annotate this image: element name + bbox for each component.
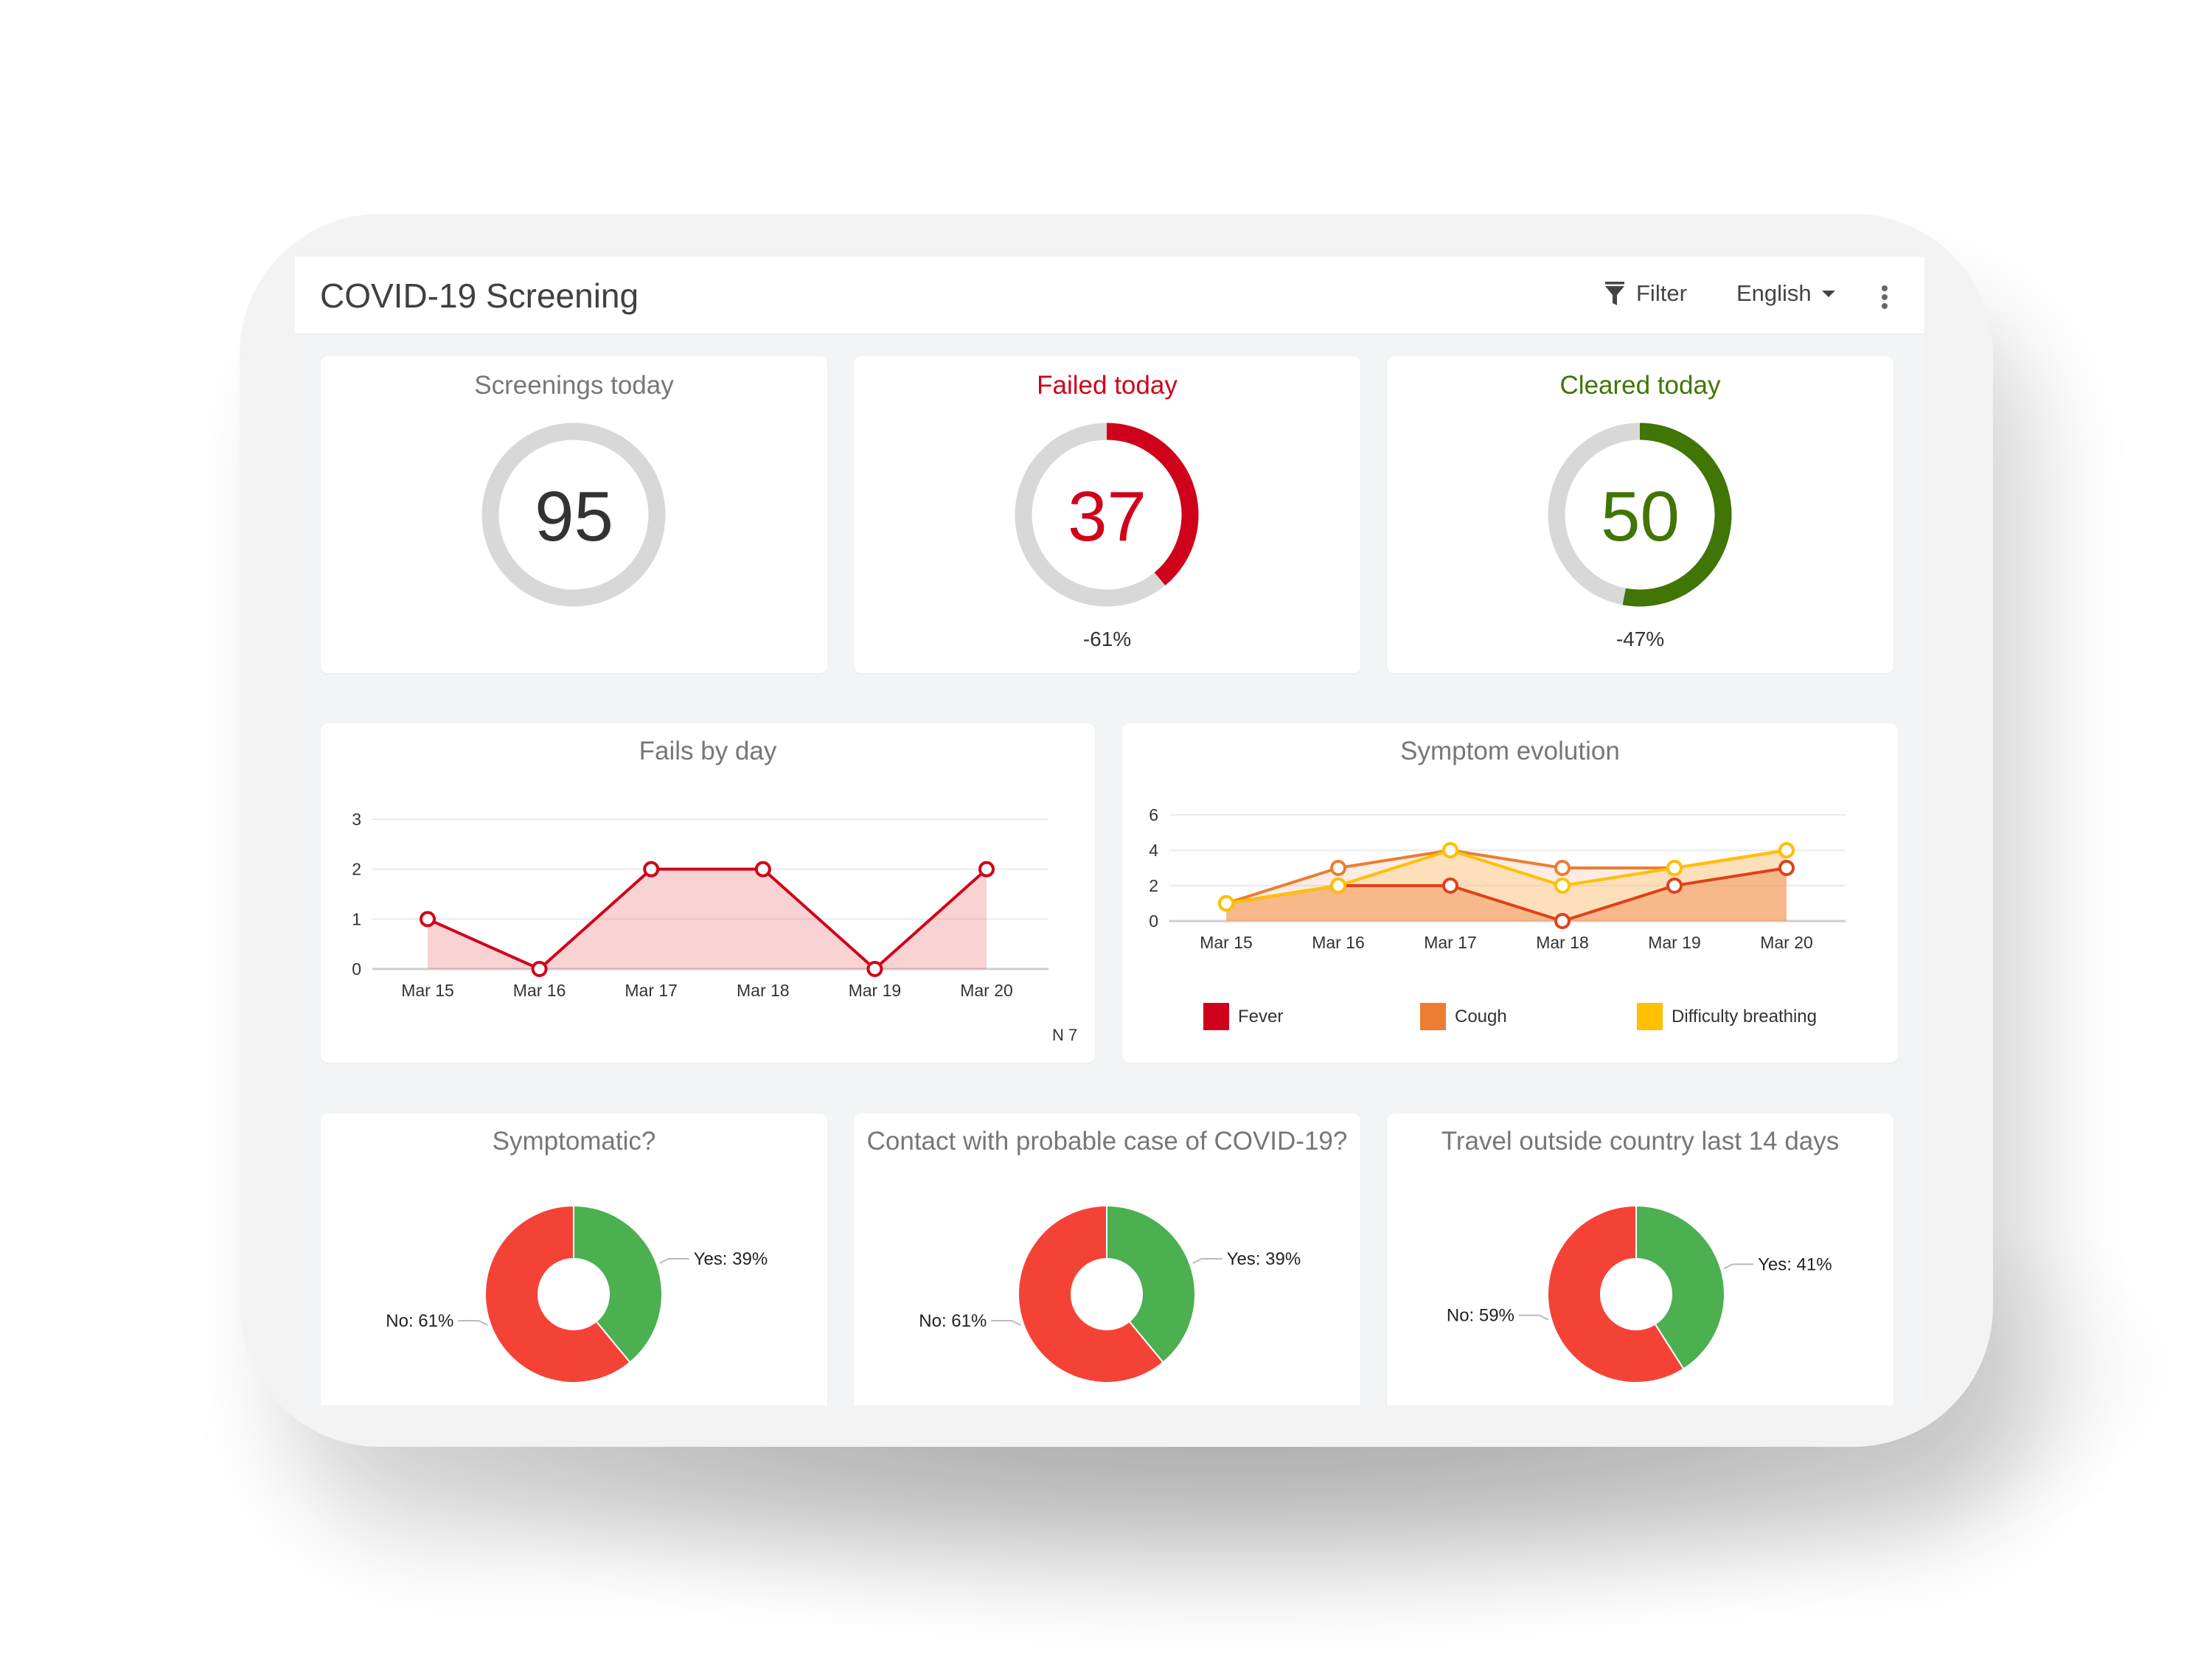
- x-tick-label: Mar 20: [960, 981, 1013, 1000]
- app-header: COVID-19 Screening Filter English: [295, 257, 1924, 335]
- y-tick-label: 3: [352, 810, 361, 829]
- data-point: [531, 961, 548, 977]
- dashboard-screen: COVID-19 Screening Filter English Screen…: [295, 257, 1924, 1406]
- x-tick-label: Mar 18: [1536, 933, 1589, 952]
- data-point: [420, 911, 436, 928]
- kpi-value: 50: [1601, 477, 1680, 556]
- filter-label: Filter: [1636, 280, 1687, 306]
- legend-item-cough[interactable]: Cough: [1420, 1003, 1507, 1030]
- legend-label: Cough: [1455, 1006, 1507, 1026]
- sample-size-label: N 7: [1052, 1026, 1078, 1044]
- contact-pie-card: Contact with probable case of COVID-19? …: [854, 1114, 1360, 1406]
- donut-label: Yes: 39%: [1227, 1249, 1301, 1269]
- data-point: [1218, 895, 1234, 911]
- language-label: English: [1736, 280, 1812, 306]
- data-point: [1442, 842, 1458, 858]
- contact-donut: Yes: 39% No: 61%: [919, 1204, 1301, 1383]
- more-vertical-icon: [1882, 285, 1888, 309]
- symptomatic-donut: Yes: 39% No: 61%: [386, 1204, 768, 1383]
- kpi-card-screenings: Screenings today 95: [321, 356, 827, 673]
- kpi-value: 95: [535, 477, 613, 556]
- legend-label: Fever: [1238, 1006, 1284, 1026]
- data-point: [1330, 860, 1346, 876]
- y-tick-label: 0: [352, 959, 361, 979]
- more-options-button[interactable]: [1880, 285, 1889, 310]
- donut-label: No: 59%: [1447, 1306, 1514, 1326]
- donut-label: No: 61%: [386, 1311, 453, 1331]
- data-point: [1442, 878, 1458, 894]
- x-tick-label: Mar 20: [1760, 933, 1813, 952]
- data-point: [1554, 878, 1571, 894]
- x-tick-label: Mar 16: [513, 981, 566, 1000]
- data-point: [1554, 913, 1571, 929]
- kpi-card-failed: Failed today 37 -61%: [854, 356, 1360, 673]
- y-tick-label: 0: [1149, 911, 1158, 931]
- x-tick-label: Mar 16: [1312, 933, 1365, 952]
- kpi-card-cleared: Cleared today 50 -47%: [1387, 356, 1893, 673]
- data-point: [1554, 860, 1571, 876]
- data-point: [1330, 878, 1346, 894]
- data-point: [1666, 860, 1683, 876]
- caret-down-icon: [1821, 291, 1835, 297]
- fails-by-day-card: Fails by day 0 1 2 3 Mar 15 Mar 16 Mar 17 Mar 1…: [321, 723, 1095, 1063]
- donut-label: Yes: 39%: [694, 1249, 768, 1269]
- travel-pie-card: Travel outside country last 14 days Yes:…: [1387, 1114, 1893, 1406]
- y-tick-label: 6: [1149, 805, 1158, 824]
- y-tick-label: 1: [352, 909, 361, 928]
- x-tick-label: Mar 18: [737, 981, 790, 1000]
- legend-item-difficulty-breathing[interactable]: Difficulty breathing: [1637, 1003, 1817, 1030]
- travel-donut: Yes: 41% No: 59%: [1447, 1204, 1832, 1383]
- kpi-delta: -61%: [1082, 628, 1132, 650]
- tablet-frame: COVID-19 Screening Filter English Screen…: [240, 214, 1993, 1447]
- legend-swatch-cough: [1420, 1003, 1446, 1030]
- x-tick-label: Mar 19: [1648, 933, 1701, 952]
- language-dropdown[interactable]: English: [1736, 280, 1837, 307]
- kpi-value: 37: [1068, 477, 1147, 556]
- x-tick-label: Mar 17: [1424, 933, 1477, 952]
- donut-label: Yes: 41%: [1758, 1254, 1832, 1274]
- legend-item-fever[interactable]: Fever: [1203, 1003, 1283, 1030]
- legend-swatch-difficulty-breathing: [1637, 1003, 1663, 1030]
- donut-leader-line: [659, 1257, 689, 1264]
- data-point: [978, 861, 995, 878]
- x-tick-label: Mar 15: [1200, 933, 1253, 952]
- donut-leader-line: [1192, 1257, 1222, 1264]
- data-point: [1778, 860, 1795, 876]
- legend-swatch-fever: [1203, 1003, 1229, 1030]
- y-tick-label: 4: [1149, 841, 1158, 860]
- donut-leader-line: [1518, 1314, 1549, 1321]
- data-point: [1666, 878, 1683, 894]
- kpi-delta: -47%: [1615, 628, 1665, 650]
- donut-leader-line: [1723, 1263, 1754, 1270]
- y-tick-label: 2: [352, 860, 361, 879]
- data-point: [754, 861, 771, 878]
- donut-label: No: 61%: [919, 1311, 987, 1331]
- filter-funnel-icon: [1605, 282, 1624, 305]
- x-tick-label: Mar 17: [625, 981, 678, 1000]
- page-title: COVID-19 Screening: [320, 277, 639, 315]
- fails-by-day-chart: 0 1 2 3 Mar 15 Mar 16 Mar 17 Mar 18 Mar 19 Mar 20: [352, 810, 1048, 1000]
- y-tick-label: 2: [1149, 876, 1158, 895]
- donut-leader-line: [458, 1320, 488, 1326]
- donut-leader-line: [991, 1320, 1021, 1326]
- legend-label: Difficulty breathing: [1672, 1006, 1817, 1026]
- data-point: [643, 861, 660, 878]
- symptomatic-pie-card: Symptomatic? Yes: 39% No: 61%: [321, 1114, 827, 1406]
- symptom-evolution-card: Symptom evolution 0 2 4 6 Mar 15 Mar 16 Mar 17…: [1122, 723, 1898, 1063]
- x-tick-label: Mar 15: [401, 981, 454, 1000]
- filter-button[interactable]: Filter: [1604, 280, 1687, 307]
- data-point: [1778, 842, 1795, 858]
- data-point: [866, 961, 883, 977]
- x-tick-label: Mar 19: [849, 981, 902, 1000]
